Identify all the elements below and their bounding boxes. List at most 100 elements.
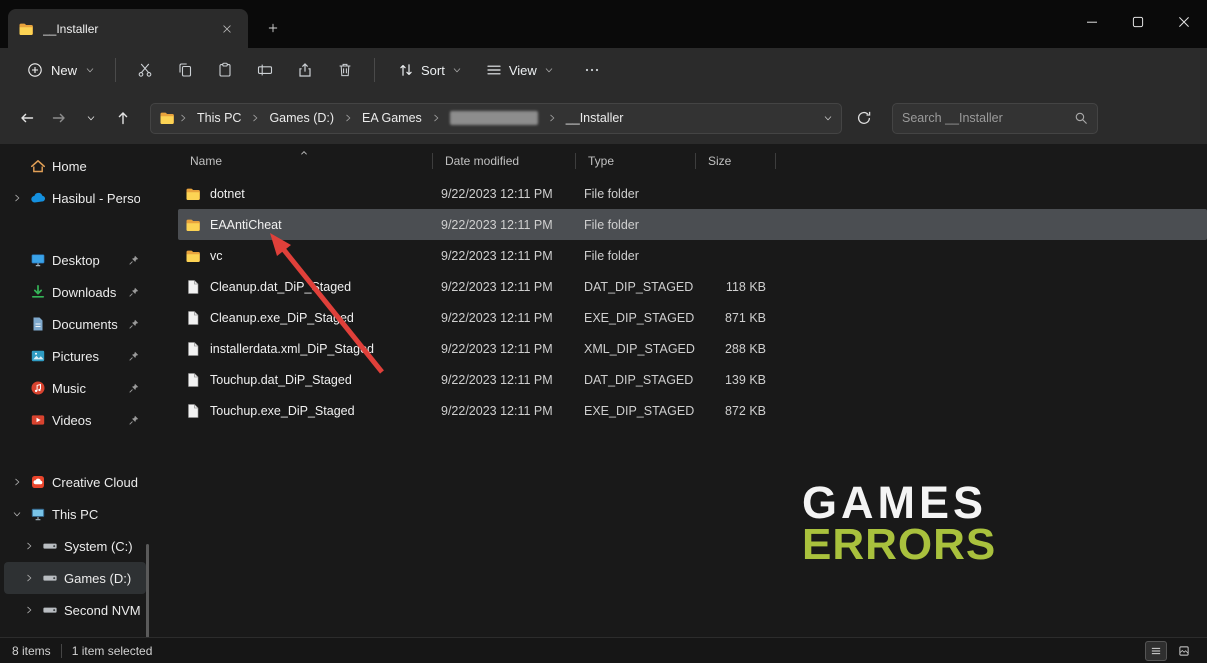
new-button[interactable]: New xyxy=(16,55,106,85)
sidebar: Home Hasibul - Person Desktop Downloads … xyxy=(0,144,150,637)
file-name: Touchup.exe_DiP_Staged xyxy=(210,404,355,418)
sort-button[interactable]: Sort xyxy=(388,55,472,85)
breadcrumb-ea-games[interactable]: EA Games xyxy=(356,108,428,128)
file-row-touchup-dat[interactable]: Touchup.dat_DiP_Staged 9/22/2023 12:11 P… xyxy=(178,364,1207,395)
column-header-name[interactable]: Name xyxy=(178,148,433,174)
sidebar-item-videos[interactable]: Videos xyxy=(4,404,146,436)
share-button[interactable] xyxy=(285,52,325,88)
folder-icon xyxy=(185,186,201,202)
close-button[interactable] xyxy=(1161,0,1207,44)
file-rows: dotnet 9/22/2023 12:11 PM File folder EA… xyxy=(178,178,1207,426)
file-date: 9/22/2023 12:11 PM xyxy=(433,311,576,325)
games-errors-watermark: GAMES ERRORS xyxy=(802,482,996,566)
view-button-label: View xyxy=(509,63,537,78)
sidebar-item-home[interactable]: Home xyxy=(4,150,146,182)
sidebar-item-documents[interactable]: Documents xyxy=(4,308,146,340)
plus-icon xyxy=(27,62,43,78)
file-icon xyxy=(185,310,201,326)
column-header-size[interactable]: Size xyxy=(696,148,776,174)
pin-icon xyxy=(128,350,140,362)
up-button[interactable] xyxy=(108,103,138,133)
rename-button[interactable] xyxy=(245,52,285,88)
breadcrumb-this-pc[interactable]: This PC xyxy=(191,108,247,128)
forward-button[interactable] xyxy=(44,103,74,133)
file-date: 9/22/2023 12:11 PM xyxy=(433,404,576,418)
file-type: DAT_DIP_STAGED ... xyxy=(576,373,696,387)
refresh-button[interactable] xyxy=(848,103,880,133)
column-header-date-modified[interactable]: Date modified xyxy=(433,148,576,174)
address-row: This PC Games (D:) EA Games __Installer xyxy=(0,92,1207,144)
chevron-right-icon[interactable] xyxy=(10,475,24,489)
minimize-button[interactable] xyxy=(1069,0,1115,44)
file-row-vc[interactable]: vc 9/22/2023 12:11 PM File folder xyxy=(178,240,1207,271)
file-row-touchup-exe[interactable]: Touchup.exe_DiP_Staged 9/22/2023 12:11 P… xyxy=(178,395,1207,426)
sidebar-item-label: Second NVME xyxy=(64,603,140,618)
column-header-type[interactable]: Type xyxy=(576,148,696,174)
file-icon xyxy=(185,372,201,388)
folder-icon xyxy=(185,248,201,264)
large-icons-view-button[interactable] xyxy=(1173,641,1195,661)
chevron-down-icon xyxy=(85,65,95,75)
more-options-button[interactable] xyxy=(572,52,612,88)
delete-button[interactable] xyxy=(325,52,365,88)
file-row-installerdata-xml[interactable]: installerdata.xml_DiP_Staged 9/22/2023 1… xyxy=(178,333,1207,364)
folder-icon xyxy=(159,110,175,126)
sidebar-item-music[interactable]: Music xyxy=(4,372,146,404)
file-row-cleanup-dat[interactable]: Cleanup.dat_DiP_Staged 9/22/2023 12:11 P… xyxy=(178,271,1207,302)
chevron-right-icon[interactable] xyxy=(22,603,36,617)
chevron-right-icon[interactable] xyxy=(22,571,36,585)
address-bar[interactable]: This PC Games (D:) EA Games __Installer xyxy=(150,103,842,134)
sidebar-item-desktop[interactable]: Desktop xyxy=(4,244,146,276)
recent-locations-button[interactable] xyxy=(76,103,106,133)
file-row-dotnet[interactable]: dotnet 9/22/2023 12:11 PM File folder xyxy=(178,178,1207,209)
view-button[interactable]: View xyxy=(476,55,564,85)
sidebar-item-system-c[interactable]: System (C:) xyxy=(4,530,146,562)
sidebar-item-pictures[interactable]: Pictures xyxy=(4,340,146,372)
paste-button[interactable] xyxy=(205,52,245,88)
sidebar-item-label: Music xyxy=(52,381,122,396)
search-input[interactable] xyxy=(902,111,1074,125)
new-tab-button[interactable] xyxy=(258,13,288,43)
file-name: vc xyxy=(210,249,223,263)
sidebar-item-creative-cloud[interactable]: Creative Cloud F xyxy=(4,466,146,498)
rename-icon xyxy=(257,62,273,78)
file-type: File folder xyxy=(576,187,696,201)
maximize-button[interactable] xyxy=(1115,0,1161,44)
cut-button[interactable] xyxy=(125,52,165,88)
sidebar-scrollbar[interactable] xyxy=(146,544,149,640)
item-count: 8 items xyxy=(12,644,51,658)
copy-button[interactable] xyxy=(165,52,205,88)
chevron-down-icon[interactable] xyxy=(10,507,24,521)
breadcrumb-installer[interactable]: __Installer xyxy=(560,108,630,128)
sidebar-item-second-nvme[interactable]: Second NVME xyxy=(4,594,146,626)
sidebar-item-label: This PC xyxy=(52,507,140,522)
file-date: 9/22/2023 12:11 PM xyxy=(433,373,576,387)
breadcrumb-separator-icon xyxy=(177,113,189,123)
breadcrumb-games-drive[interactable]: Games (D:) xyxy=(263,108,340,128)
column-label: Date modified xyxy=(445,154,519,168)
chevron-right-icon[interactable] xyxy=(22,539,36,553)
chevron-slot xyxy=(10,413,24,427)
file-row-cleanup-exe[interactable]: Cleanup.exe_DiP_Staged 9/22/2023 12:11 P… xyxy=(178,302,1207,333)
more-icon xyxy=(584,62,600,78)
sidebar-item-downloads[interactable]: Downloads xyxy=(4,276,146,308)
redacted-breadcrumb[interactable] xyxy=(450,111,538,125)
back-button[interactable] xyxy=(12,103,42,133)
file-row-eaanticheat[interactable]: EAAntiCheat 9/22/2023 12:11 PM File fold… xyxy=(178,209,1207,240)
breadcrumb-separator-icon xyxy=(249,113,261,123)
details-view-button[interactable] xyxy=(1145,641,1167,661)
paste-icon xyxy=(217,62,233,78)
address-dropdown-icon[interactable] xyxy=(823,113,833,123)
watermark-line-1: GAMES xyxy=(802,482,996,524)
drive-icon xyxy=(42,570,58,586)
sidebar-item-games-d[interactable]: Games (D:) xyxy=(4,562,146,594)
close-tab-icon[interactable] xyxy=(216,18,238,40)
view-list-icon xyxy=(486,62,502,78)
sidebar-item-onedrive[interactable]: Hasibul - Person xyxy=(4,182,146,214)
sidebar-item-this-pc[interactable]: This PC xyxy=(4,498,146,530)
file-name: EAAntiCheat xyxy=(210,218,282,232)
chevron-right-icon[interactable] xyxy=(10,191,24,205)
sidebar-item-label: Games (D:) xyxy=(64,571,140,586)
drive-icon xyxy=(42,602,58,618)
explorer-tab[interactable]: __Installer xyxy=(8,9,248,48)
